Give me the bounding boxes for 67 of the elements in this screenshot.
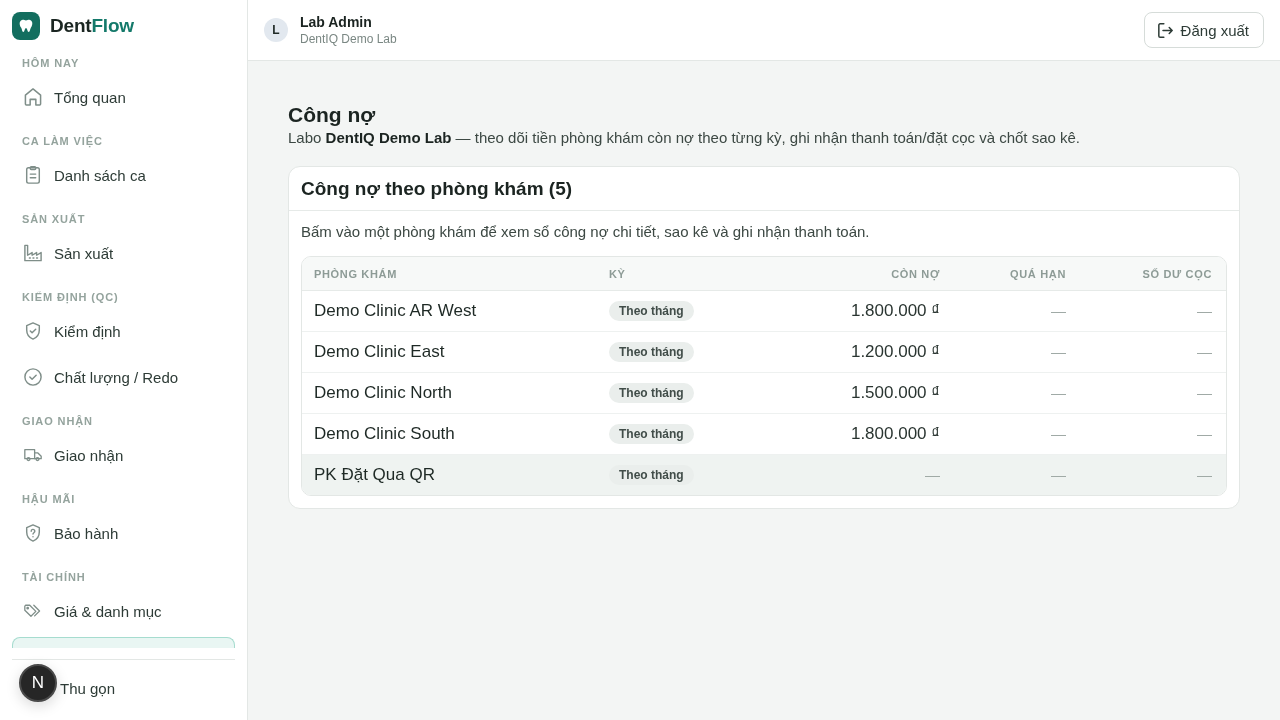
section-label: HẬU MÃI — [21, 492, 77, 507]
outstanding-amount: 1.200.000 ₫ — [850, 342, 940, 361]
user-avatar: L — [264, 18, 288, 42]
column-header: SỐ DƯ CỌC — [1141, 267, 1213, 280]
nav-item[interactable]: Giá & danh mục — [12, 591, 235, 631]
collapse-button[interactable]: Thu gọn — [58, 668, 235, 708]
section-label: TÀI CHÍNH — [21, 570, 87, 585]
deposit-balance: — — [1197, 302, 1212, 319]
clinic-name: Demo Clinic South — [314, 424, 455, 443]
nav-item[interactable] — [12, 637, 235, 648]
nav-item[interactable]: Bảo hành — [12, 513, 235, 553]
section-label: CA LÀM VIỆC — [21, 134, 104, 149]
logout-button[interactable]: Đăng xuất — [1143, 12, 1264, 48]
brand-name: DentFlow — [50, 15, 134, 37]
page-title: Công nợ — [288, 102, 377, 128]
column-header: KỲ — [608, 267, 627, 280]
check-circle-icon — [24, 368, 42, 386]
overdue-amount: — — [1051, 384, 1066, 401]
truck-icon — [24, 446, 42, 464]
nav-item[interactable]: Tổng quan — [12, 77, 235, 117]
period-badge: Theo tháng — [609, 301, 694, 321]
clinic-name: PK Đặt Qua QR — [314, 465, 435, 484]
overdue-amount: — — [1051, 343, 1066, 360]
home-icon — [24, 88, 42, 106]
period-badge: Theo tháng — [609, 465, 694, 485]
clinic-name: Demo Clinic East — [314, 342, 445, 361]
card-title: Công nợ theo phòng khám (5) — [301, 177, 573, 200]
factory-icon — [24, 244, 42, 262]
table-row[interactable]: PK Đặt Qua QR Theo tháng — — — — [302, 455, 1226, 495]
outstanding-amount: — — [925, 466, 940, 483]
deposit-balance: — — [1197, 343, 1212, 360]
shield-check-icon — [24, 322, 42, 340]
card-description: Bấm vào một phòng khám để xem sổ công nợ chi tiết, sao kê và ghi nhận thanh toán. — [301, 222, 871, 242]
deposit-balance: — — [1197, 384, 1212, 401]
logout-icon — [1157, 22, 1173, 38]
page-subtitle: Labo DentIQ Demo Lab — theo dõi tiền phòng khám còn nợ theo từng kỳ, ghi nhận thanh toán/đặt cọc và chốt sao kê. — [288, 128, 1082, 148]
nav-item[interactable]: Danh sách ca — [12, 155, 235, 195]
outstanding-amount: 1.800.000 ₫ — [850, 301, 940, 320]
section-label: SẢN XUẤT — [21, 212, 87, 227]
clinic-name: Demo Clinic North — [314, 383, 452, 402]
clinic-name: Demo Clinic AR West — [314, 301, 477, 320]
deposit-balance: — — [1197, 466, 1212, 483]
section-label: GIAO NHẬN — [21, 414, 94, 429]
deposit-balance: — — [1197, 425, 1212, 442]
section-label: HÔM NAY — [21, 56, 81, 71]
outstanding-amount: 1.800.000 ₫ — [850, 424, 940, 443]
clipboard-icon — [24, 166, 42, 184]
period-badge: Theo tháng — [609, 342, 694, 362]
column-header: CÒN NỢ — [890, 267, 941, 280]
column-header: PHÒNG KHÁM — [313, 267, 398, 280]
nav-item[interactable]: Sản xuất — [12, 233, 235, 273]
section-label: KIỂM ĐỊNH (QC) — [21, 290, 120, 305]
overdue-amount: — — [1051, 466, 1066, 483]
outstanding-amount: 1.500.000 ₫ — [850, 383, 940, 402]
user-organization: DentIQ Demo Lab — [300, 31, 397, 47]
nav-item[interactable]: Chất lượng / Redo — [12, 357, 235, 397]
overdue-amount: — — [1051, 302, 1066, 319]
period-badge: Theo tháng — [609, 383, 694, 403]
period-badge: Theo tháng — [609, 424, 694, 444]
nav-item[interactable]: Kiểm định — [12, 311, 235, 351]
tags-icon — [24, 602, 42, 620]
tooth-logo-icon — [12, 12, 40, 40]
overdue-amount: — — [1051, 425, 1066, 442]
nav-item[interactable]: Giao nhận — [12, 435, 235, 475]
column-header: QUÁ HẠN — [1009, 267, 1067, 280]
shield-question-icon — [24, 524, 42, 542]
user-name: Lab Admin — [300, 13, 373, 31]
